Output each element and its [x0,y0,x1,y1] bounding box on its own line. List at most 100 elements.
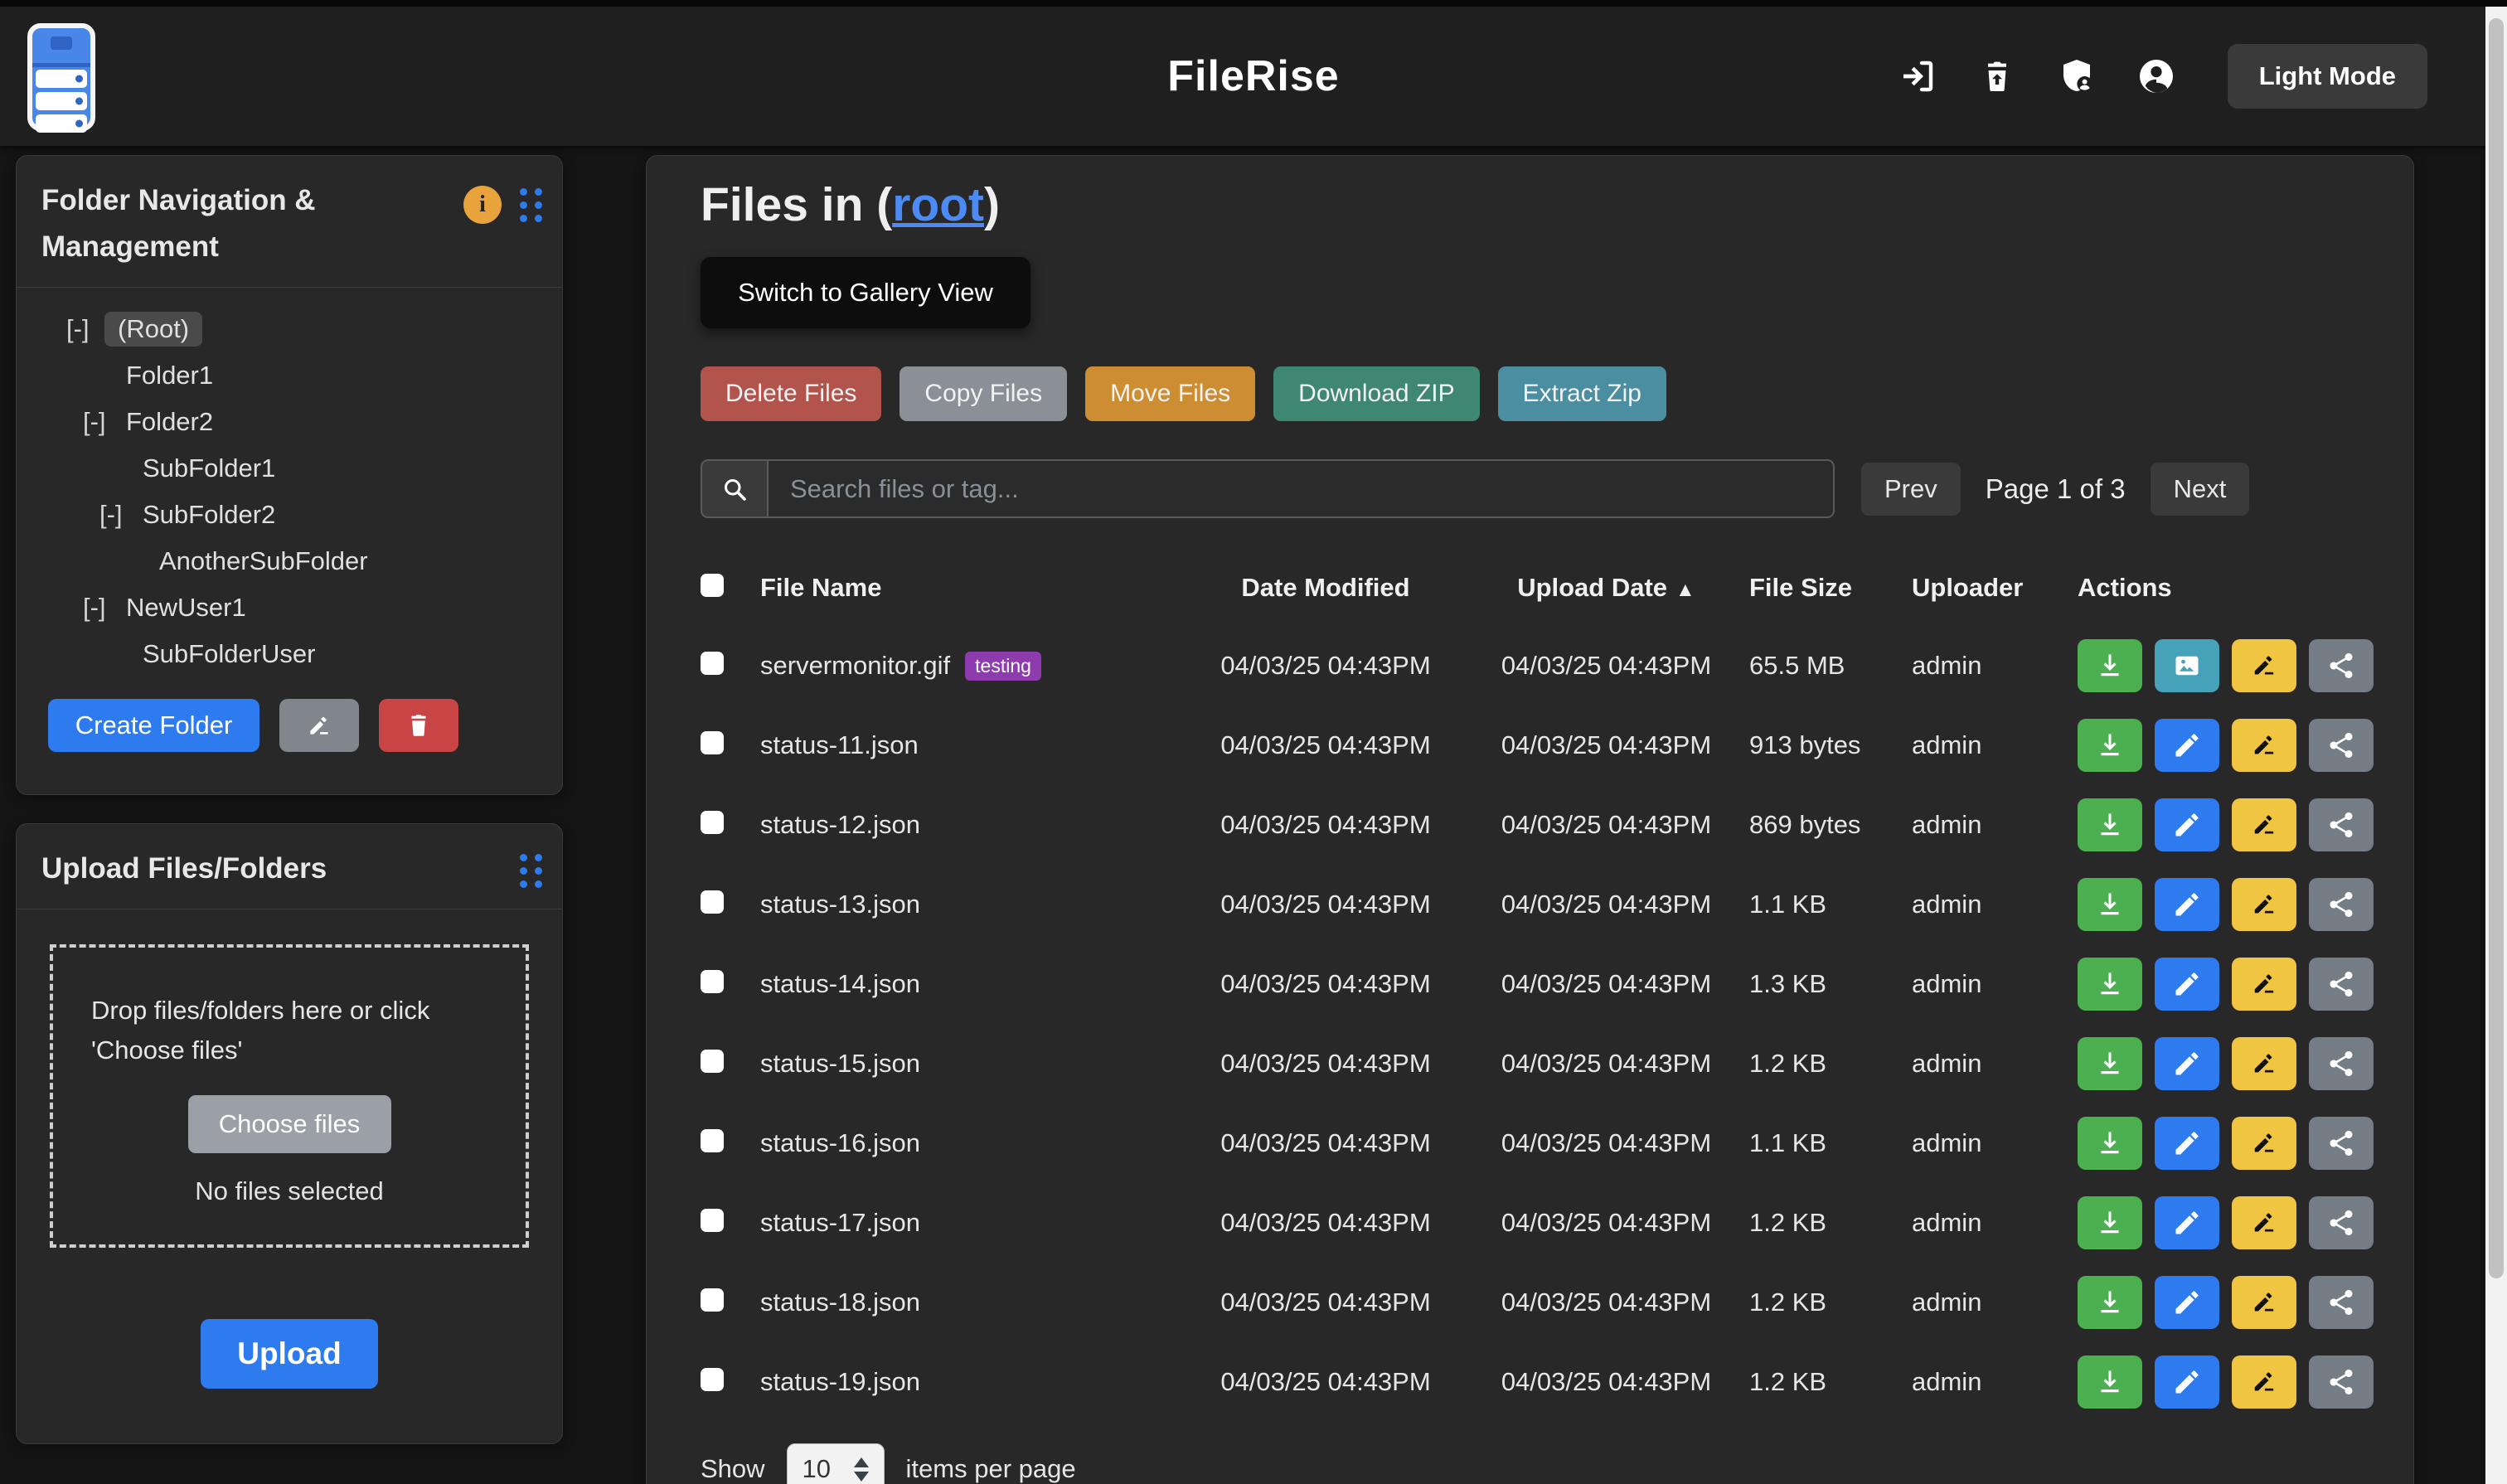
info-icon[interactable]: i [463,186,502,224]
tree-item-subfolder1[interactable]: SubFolder1 [33,445,546,492]
tree-item-label[interactable]: Folder2 [121,405,218,439]
prev-page-button[interactable]: Prev [1861,463,1961,516]
copy-files-button[interactable]: Copy Files [900,366,1067,421]
edit-button[interactable] [2155,878,2219,931]
tree-item-subfolderuser[interactable]: SubFolderUser [33,631,546,677]
download-button[interactable] [2078,798,2142,851]
create-folder-button[interactable]: Create Folder [48,699,259,752]
tree-toggle[interactable]: [-] [99,500,138,530]
tree-item-newuser1[interactable]: [-]NewUser1 [33,584,546,631]
edit-button[interactable] [2155,719,2219,772]
row-checkbox[interactable] [701,890,724,914]
download-zip-button[interactable]: Download ZIP [1273,366,1479,421]
delete-files-button[interactable]: Delete Files [701,366,881,421]
upload-dropzone[interactable]: Drop files/folders here or click 'Choose… [50,944,529,1248]
share-button[interactable] [2309,639,2374,692]
file-name[interactable]: status-14.json [760,969,920,999]
row-checkbox[interactable] [701,1129,724,1152]
rename-button[interactable] [2232,719,2296,772]
download-button[interactable] [2078,1276,2142,1329]
tree-item-label[interactable]: Folder1 [121,359,218,392]
items-per-page-select[interactable]: 10 [787,1443,885,1484]
edit-button[interactable] [2155,1117,2219,1170]
share-button[interactable] [2309,1117,2374,1170]
download-button[interactable] [2078,958,2142,1011]
row-checkbox[interactable] [701,1050,724,1073]
trash-restore-icon[interactable] [1976,55,2019,98]
column-upload-date[interactable]: Upload Date▲ [1463,573,1749,603]
download-button[interactable] [2078,719,2142,772]
row-checkbox[interactable] [701,652,724,675]
rename-button[interactable] [2232,639,2296,692]
upload-button[interactable]: Upload [201,1319,378,1389]
tree-item-anothersubfolder[interactable]: AnotherSubFolder [33,538,546,584]
edit-button[interactable] [2155,958,2219,1011]
extract-zip-button[interactable]: Extract Zip [1498,366,1666,421]
download-button[interactable] [2078,1117,2142,1170]
file-name[interactable]: status-16.json [760,1128,920,1158]
file-name[interactable]: servermonitor.gif [760,651,950,681]
share-button[interactable] [2309,798,2374,851]
rename-button[interactable] [2232,958,2296,1011]
share-button[interactable] [2309,1037,2374,1090]
rename-button[interactable] [2232,798,2296,851]
download-button[interactable] [2078,878,2142,931]
edit-button[interactable] [2155,1196,2219,1249]
tree-item-folder2[interactable]: [-]Folder2 [33,399,546,445]
file-name[interactable]: status-17.json [760,1208,920,1238]
scrollbar-thumb[interactable] [2489,18,2504,1278]
edit-button[interactable] [2155,1037,2219,1090]
edit-button[interactable] [2155,1355,2219,1409]
tree-toggle[interactable]: [-] [83,407,121,437]
edit-button[interactable] [2155,1276,2219,1329]
logout-icon[interactable] [1896,55,1939,98]
tree-toggle[interactable]: [-] [66,314,104,344]
rename-button[interactable] [2232,878,2296,931]
next-page-button[interactable]: Next [2151,463,2250,516]
preview-button[interactable] [2155,639,2219,692]
row-checkbox[interactable] [701,811,724,834]
share-button[interactable] [2309,1196,2374,1249]
account-icon[interactable] [2135,55,2178,98]
rename-button[interactable] [2232,1196,2296,1249]
column-date-modified[interactable]: Date Modified [1188,573,1463,603]
file-name[interactable]: status-13.json [760,890,920,919]
tree-item-label[interactable]: SubFolderUser [138,638,320,671]
download-button[interactable] [2078,1355,2142,1409]
row-checkbox[interactable] [701,1368,724,1391]
download-button[interactable] [2078,1037,2142,1090]
tree-item-label[interactable]: SubFolder2 [138,498,280,531]
rename-button[interactable] [2232,1037,2296,1090]
tree-item-subfolder2[interactable]: [-]SubFolder2 [33,492,546,538]
rename-button[interactable] [2232,1276,2296,1329]
tree-item-label[interactable]: AnotherSubFolder [154,545,373,578]
tree-item-label[interactable]: SubFolder1 [138,452,280,485]
row-checkbox[interactable] [701,970,724,993]
file-name[interactable]: status-18.json [760,1288,920,1317]
search-input[interactable] [769,459,1835,518]
rename-folder-button[interactable] [279,699,359,752]
file-name[interactable]: status-11.json [760,730,919,760]
share-button[interactable] [2309,878,2374,931]
share-button[interactable] [2309,719,2374,772]
admin-shield-icon[interactable] [2055,55,2098,98]
choose-files-button[interactable]: Choose files [188,1095,391,1153]
tree-item-root[interactable]: [-](Root) [33,306,546,352]
column-file-size[interactable]: File Size [1749,573,1912,603]
row-checkbox[interactable] [701,731,724,754]
download-button[interactable] [2078,1196,2142,1249]
share-button[interactable] [2309,1355,2374,1409]
rename-button[interactable] [2232,1117,2296,1170]
file-name[interactable]: status-15.json [760,1049,920,1079]
download-button[interactable] [2078,639,2142,692]
tree-item-label[interactable]: (Root) [104,312,202,347]
drag-handle-icon[interactable] [520,854,542,888]
light-mode-button[interactable]: Light Mode [2228,44,2427,109]
file-name[interactable]: status-19.json [760,1367,920,1397]
row-checkbox[interactable] [701,1209,724,1232]
select-all-checkbox[interactable] [701,574,724,597]
share-button[interactable] [2309,1276,2374,1329]
page-scrollbar[interactable] [2485,7,2507,1484]
tree-item-label[interactable]: NewUser1 [121,591,251,624]
share-button[interactable] [2309,958,2374,1011]
